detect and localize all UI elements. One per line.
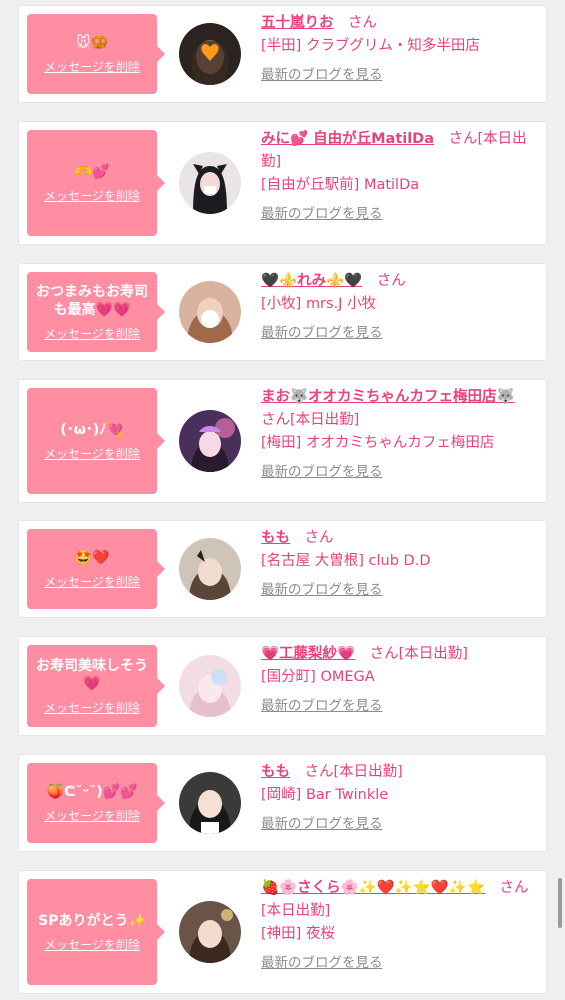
message-text: (･ω･)ﾉ💘 (60, 421, 124, 438)
message-text: 🤩❤️ (74, 549, 110, 566)
avatar[interactable] (179, 655, 241, 717)
shop-name: クラブグリム・知多半田店 (305, 38, 480, 54)
shop-area: [梅田] (261, 435, 302, 451)
shop-name: mrs.J 小牧 (305, 296, 377, 312)
honorific: さん (376, 273, 406, 289)
card-info: もも さん[本日出勤] [岡崎] Bar Twinkle 最新のブログを見る (261, 761, 538, 836)
honorific: さん (304, 530, 334, 546)
message-text: おつまみもお寿司も最高💗💗 (36, 283, 148, 318)
card-info: 五十嵐りお さん [半田] クラブグリム・知多半田店 最新のブログを見る (261, 12, 538, 87)
card-info: 🖤⚜️れみ⚜️🖤 さん [小牧] mrs.J 小牧 最新のブログを見る (261, 270, 538, 345)
latest-blog-link[interactable]: 最新のブログを見る (261, 579, 383, 602)
status-badge: [本日出勤] (333, 764, 403, 780)
latest-blog-link[interactable]: 最新のブログを見る (261, 952, 383, 975)
latest-blog-link[interactable]: 最新のブログを見る (261, 322, 383, 345)
shop-area: [名古屋 大曽根] (261, 553, 364, 569)
message-text: 🍑ᕦ˘ᵕ˘)💕💕 (46, 783, 138, 800)
latest-blog-link[interactable]: 最新のブログを見る (261, 695, 383, 718)
message-card: 🐭🥨 メッセージを削除 五十嵐りお さん [半田] クラブグリム・知多半田店 最… (19, 6, 546, 102)
card-info: まお🐺オオカミちゃんカフェ梅田店🐺 さん[本日出勤] [梅田] オオカミちゃんカ… (261, 386, 538, 484)
message-card: 🍑ᕦ˘ᵕ˘)💕💕 メッセージを削除 もも さん[本日出勤] [岡崎] Bar T… (19, 755, 546, 851)
cast-name-link[interactable]: まお🐺オオカミちゃんカフェ梅田店🐺 (261, 389, 515, 405)
message-bubble: 🫶💕 メッセージを削除 (27, 130, 165, 236)
avatar[interactable] (179, 772, 241, 834)
message-bubble: 🍑ᕦ˘ᵕ˘)💕💕 メッセージを削除 (27, 763, 165, 843)
message-card: SPありがとう✨ メッセージを削除 🍓🌸さくら🌸✨❤️✨⭐❤️✨⭐ さん [本日出… (19, 871, 546, 993)
cast-name-link[interactable]: もも (261, 530, 290, 546)
delete-message-link[interactable]: メッセージを削除 (44, 936, 140, 953)
shop-name: club D.D (368, 553, 431, 569)
card-info: みに💕 自由が丘MatilDa さん[本日出勤] [自由が丘駅前] MatilD… (261, 128, 538, 226)
message-card: (･ω･)ﾉ💘 メッセージを削除 まお🐺オオカミちゃんカフェ梅田店🐺 さん[本日… (19, 380, 546, 502)
shop-name: オオカミちゃんカフェ梅田店 (305, 435, 495, 451)
cast-name-link[interactable]: 🖤⚜️れみ⚜️🖤 (261, 273, 362, 289)
message-bubble: おつまみもお寿司も最高💗💗 メッセージを削除 (27, 272, 165, 352)
cast-name-link[interactable]: みに💕 自由が丘MatilDa (261, 131, 434, 147)
shop-area: [国分町] (261, 669, 316, 685)
status-badge: [本日出勤] (398, 646, 468, 662)
message-card: おつまみもお寿司も最高💗💗 メッセージを削除 🖤⚜️れみ⚜️🖤 さん [小牧] … (19, 264, 546, 360)
delete-message-link[interactable]: メッセージを削除 (44, 699, 140, 716)
avatar[interactable] (179, 281, 241, 343)
honorific: さん (348, 15, 377, 31)
message-text: SPありがとう✨ (38, 912, 146, 929)
shop-area: [小牧] (261, 296, 302, 312)
message-card: 🤩❤️ メッセージを削除 もも さん [名古屋 大曽根] club D.D 最新… (19, 521, 546, 617)
latest-blog-link[interactable]: 最新のブログを見る (261, 203, 383, 226)
delete-message-link[interactable]: メッセージを削除 (44, 445, 140, 462)
message-card: お寿司美味しそう💗 メッセージを削除 💗工藤梨紗💗 さん[本日出勤] [国分町]… (19, 637, 546, 735)
latest-blog-link[interactable]: 最新のブログを見る (261, 64, 383, 87)
honorific: さん (369, 646, 399, 662)
avatar[interactable] (179, 901, 241, 963)
cast-name-link[interactable]: 🍓🌸さくら🌸✨❤️✨⭐❤️✨⭐ (261, 880, 485, 896)
message-text: 🫶💕 (74, 163, 110, 180)
cast-name-link[interactable]: 五十嵐りお (261, 15, 334, 31)
cast-name-link[interactable]: もも (261, 764, 290, 780)
honorific: さん (499, 880, 529, 896)
message-bubble: お寿司美味しそう💗 メッセージを削除 (27, 645, 165, 727)
card-info: 💗工藤梨紗💗 さん[本日出勤] [国分町] OMEGA 最新のブログを見る (261, 643, 538, 718)
avatar[interactable] (179, 152, 241, 214)
scrollbar[interactable] (558, 878, 562, 928)
avatar[interactable] (179, 23, 241, 85)
card-info: もも さん [名古屋 大曽根] club D.D 最新のブログを見る (261, 527, 538, 602)
shop-name: 夜桜 (305, 926, 335, 942)
delete-message-link[interactable]: メッセージを削除 (44, 58, 140, 75)
delete-message-link[interactable]: メッセージを削除 (44, 187, 140, 204)
cast-name-link[interactable]: 💗工藤梨紗💗 (261, 646, 355, 662)
card-info: 🍓🌸さくら🌸✨❤️✨⭐❤️✨⭐ さん [本日出勤] [神田] 夜桜 最新のブログを… (261, 877, 538, 975)
status-badge: [本日出勤] (290, 412, 360, 428)
message-text: 🐭🥨 (75, 34, 109, 51)
latest-blog-link[interactable]: 最新のブログを見る (261, 461, 383, 484)
honorific: さん (304, 764, 334, 780)
shop-area: [半田] (261, 38, 302, 54)
honorific: さん (448, 131, 478, 147)
message-text: お寿司美味しそう💗 (36, 657, 148, 692)
shop-name: OMEGA (320, 669, 375, 685)
shop-area: [岡崎] (261, 787, 302, 803)
delete-message-link[interactable]: メッセージを削除 (44, 807, 140, 824)
message-bubble: (･ω･)ﾉ💘 メッセージを削除 (27, 388, 165, 494)
delete-message-link[interactable]: メッセージを削除 (44, 325, 140, 342)
shop-name: Bar Twinkle (305, 787, 389, 803)
shop-name: MatilDa (363, 177, 420, 193)
status-badge: [本日出勤] (261, 903, 331, 919)
avatar[interactable] (179, 538, 241, 600)
delete-message-link[interactable]: メッセージを削除 (44, 573, 140, 590)
shop-area: [自由が丘駅前] (261, 177, 360, 193)
honorific: さん (261, 412, 290, 428)
latest-blog-link[interactable]: 最新のブログを見る (261, 813, 383, 836)
message-bubble: 🤩❤️ メッセージを削除 (27, 529, 165, 609)
avatar[interactable] (179, 410, 241, 472)
message-bubble: SPありがとう✨ メッセージを削除 (27, 879, 165, 985)
message-bubble: 🐭🥨 メッセージを削除 (27, 14, 165, 94)
shop-area: [神田] (261, 926, 302, 942)
message-card: 🫶💕 メッセージを削除 みに💕 自由が丘MatilDa さん[本日出勤] [自由… (19, 122, 546, 244)
